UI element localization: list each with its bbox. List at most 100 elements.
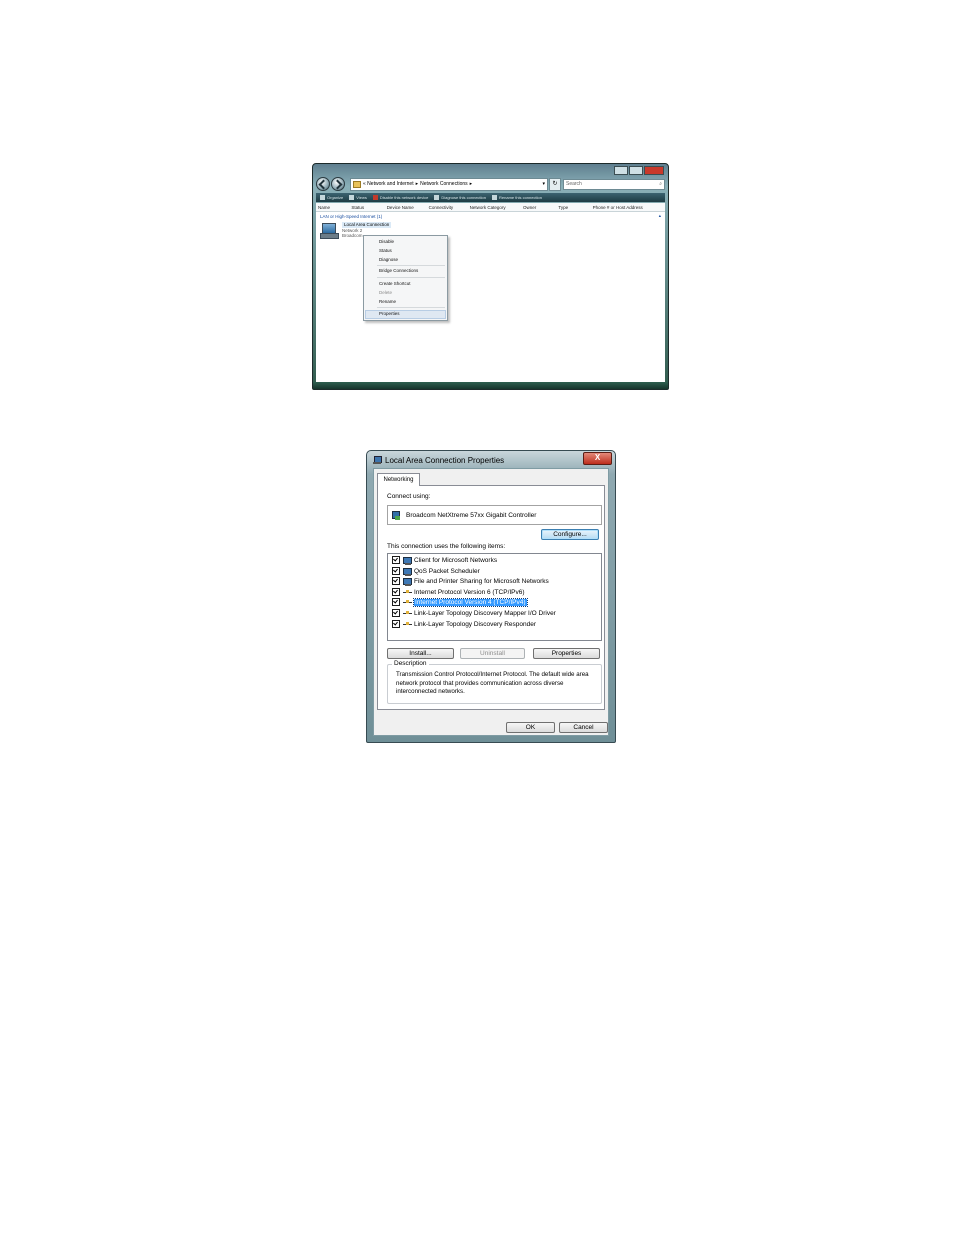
column-header[interactable]: Connectivity: [427, 205, 468, 210]
toolbar-label: Diagnose this connection: [441, 195, 487, 200]
column-header[interactable]: Network Category: [468, 205, 521, 210]
file-list-pane: Name Status Device Name Connectivity Net…: [316, 203, 665, 382]
group-header-label: LAN or High-Speed Internet (1): [320, 213, 383, 219]
dialog-title: Local Area Connection Properties: [385, 455, 505, 465]
folder-icon: [353, 180, 361, 188]
navigation-bar: « Network and Internet ▸ Network Connect…: [316, 176, 665, 192]
list-item[interactable]: Client for Microsoft Networks: [392, 555, 497, 565]
install-button[interactable]: Install...: [387, 648, 454, 659]
local-area-connection-properties-dialog: Local Area Connection Properties X Netwo…: [366, 450, 616, 743]
list-item[interactable]: File and Printer Sharing for Microsoft N…: [392, 576, 549, 586]
networking-tab-panel: Connect using: Broadcom NetXtreme 57xx G…: [377, 485, 605, 710]
checkbox[interactable]: [392, 598, 400, 606]
column-header[interactable]: Device Name: [385, 205, 427, 210]
toolbar-diagnose[interactable]: Diagnose this connection: [434, 195, 486, 200]
dialog-titlebar: Local Area Connection Properties: [373, 454, 504, 466]
checkbox[interactable]: [392, 588, 400, 596]
diagnose-icon: [434, 195, 440, 200]
column-header[interactable]: Type: [556, 205, 590, 210]
search-placeholder: Search: [566, 181, 582, 187]
list-item-label: Client for Microsoft Networks: [414, 556, 498, 564]
protocol-icon: [403, 589, 412, 595]
close-button[interactable]: [644, 166, 664, 175]
list-item-label: Internet Protocol Version 6 (TCP/IPv6): [414, 588, 525, 596]
checkbox[interactable]: [392, 577, 400, 585]
collapse-icon[interactable]: ▴: [659, 213, 661, 219]
properties-button[interactable]: Properties: [533, 648, 600, 659]
column-headers: Name Status Device Name Connectivity Net…: [316, 203, 665, 212]
breadcrumb-network-and-internet[interactable]: Network and Internet: [367, 181, 413, 187]
menu-item-disable[interactable]: Disable: [379, 239, 394, 244]
maximize-button[interactable]: [629, 166, 643, 175]
network-service-icon: [403, 577, 412, 586]
toolbar-rename[interactable]: Rename this connection: [492, 195, 542, 200]
menu-item-properties[interactable]: Properties: [379, 311, 400, 316]
list-item[interactable]: Link-Layer Topology Discovery Mapper I/O…: [392, 608, 556, 618]
group-header[interactable]: LAN or High-Speed Internet (1) ▴: [316, 212, 665, 220]
forward-button[interactable]: [331, 177, 345, 191]
minimize-button[interactable]: [614, 166, 628, 175]
ok-button[interactable]: OK: [506, 722, 555, 733]
cancel-button[interactable]: Cancel: [559, 722, 608, 733]
menu-item-bridge-connections[interactable]: Bridge Connections: [379, 268, 418, 273]
toolbar-label: Disable this network device: [379, 195, 429, 200]
menu-separator: [377, 307, 445, 308]
description-legend: Description: [392, 660, 429, 667]
command-toolbar: Organize Views Disable this network devi…: [316, 193, 665, 202]
search-input[interactable]: Search ⌕: [563, 178, 665, 190]
list-item-label: QoS Packet Scheduler: [414, 567, 480, 575]
protocol-icon: [403, 610, 412, 616]
menu-item-status[interactable]: Status: [379, 248, 392, 253]
menu-separator: [377, 277, 445, 278]
dialog-body: Networking Connect using: Broadcom NetXt…: [373, 468, 609, 736]
network-connection-icon: [373, 456, 382, 464]
list-item[interactable]: Link-Layer Topology Discovery Responder: [392, 619, 536, 629]
context-menu: Disable Status Diagnose Bridge Connectio…: [363, 235, 448, 321]
network-service-icon: [403, 567, 412, 576]
checkbox[interactable]: [392, 567, 400, 575]
search-icon: ⌕: [659, 181, 662, 187]
protocol-icon: [403, 621, 412, 627]
toolbar-organize[interactable]: Organize: [320, 195, 343, 200]
list-item[interactable]: QoS Packet Scheduler: [392, 566, 480, 576]
breadcrumb-network-connections[interactable]: Network Connections: [420, 181, 468, 187]
dialog-close-button[interactable]: X: [583, 452, 612, 465]
tab-networking[interactable]: Networking: [377, 473, 420, 486]
menu-item-rename[interactable]: Rename: [379, 299, 396, 304]
address-bar[interactable]: « Network and Internet ▸ Network Connect…: [350, 177, 548, 191]
column-header[interactable]: Name: [316, 205, 349, 210]
list-item-label: Link-Layer Topology Discovery Mapper I/O…: [414, 609, 556, 617]
breadcrumb-arrow-icon: ▸: [469, 181, 473, 187]
list-item[interactable]: Internet Protocol Version 6 (TCP/IPv6): [392, 587, 525, 597]
description-text: Transmission Control Protocol/Internet P…: [396, 671, 589, 695]
checkbox[interactable]: [392, 609, 400, 617]
column-header[interactable]: Phone # or Host Address: [591, 205, 665, 210]
toolbar-views[interactable]: Views: [349, 195, 367, 200]
list-item-label: Internet Protocol Version 4 (TCP/IPv4): [413, 597, 528, 607]
checkbox[interactable]: [392, 620, 400, 628]
toolbar-disable[interactable]: Disable this network device: [372, 195, 429, 200]
refresh-button[interactable]: ↻: [549, 177, 561, 191]
column-header[interactable]: Owner: [521, 205, 556, 210]
components-list[interactable]: Client for Microsoft Networks QoS Packet…: [387, 553, 602, 641]
network-adapter-icon: [392, 510, 400, 520]
network-connections-window: « Network and Internet ▸ Network Connect…: [312, 163, 669, 390]
list-item-selected[interactable]: Internet Protocol Version 4 (TCP/IPv4): [392, 597, 528, 607]
checkbox[interactable]: [392, 556, 400, 564]
back-button[interactable]: [316, 177, 330, 191]
configure-button[interactable]: Configure...: [541, 529, 599, 540]
network-adapter-icon: [320, 222, 339, 239]
menu-item-diagnose[interactable]: Diagnose: [379, 257, 398, 262]
adapter-field: Broadcom NetXtreme 57xx Gigabit Controll…: [387, 505, 602, 525]
connect-using-label: Connect using:: [387, 493, 431, 500]
views-icon: [349, 195, 355, 200]
list-item-label: File and Printer Sharing for Microsoft N…: [414, 577, 549, 585]
window-bottom-frame: [313, 382, 668, 389]
toolbar-label: Views: [356, 195, 367, 200]
address-dropdown-icon[interactable]: ▾: [542, 181, 545, 187]
window-controls: [614, 166, 664, 175]
menu-item-create-shortcut[interactable]: Create Shortcut: [379, 281, 411, 286]
list-item-label: Link-Layer Topology Discovery Responder: [414, 620, 536, 628]
toolbar-label: Rename this connection: [499, 195, 542, 200]
column-header[interactable]: Status: [349, 205, 384, 210]
